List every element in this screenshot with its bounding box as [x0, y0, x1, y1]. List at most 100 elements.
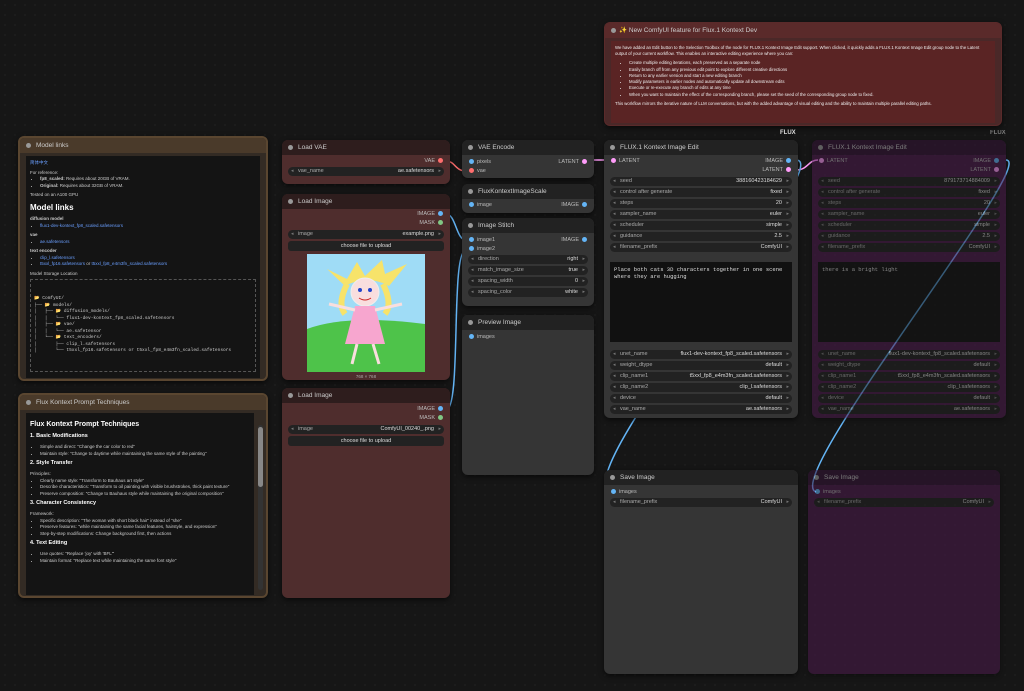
- weight-dtype-widget[interactable]: weight_dtypedefault: [610, 361, 792, 370]
- seed-widget[interactable]: seed879173714884009: [818, 177, 1000, 186]
- device-widget[interactable]: devicedefault: [818, 394, 1000, 403]
- image1-input[interactable]: image1: [466, 236, 495, 244]
- vae-input[interactable]: vae: [466, 167, 486, 175]
- feature-note-node[interactable]: ✨ New ComfyUI feature for Flux.1 Kontext…: [604, 22, 1002, 126]
- vae-name-widget[interactable]: vae_nameae.safetensors: [610, 405, 792, 414]
- latent-output[interactable]: LATENT: [558, 158, 590, 166]
- prompt-textarea[interactable]: there is a bright light: [818, 262, 1000, 342]
- vae-link[interactable]: ae.safetensors: [40, 239, 70, 244]
- model-links-note[interactable]: Model links 简体中文 For reference: fp8_scal…: [18, 136, 268, 381]
- clip-name1-widget[interactable]: clip_name1t5xxl_fp8_e4m3fn_scaled.safete…: [818, 372, 1000, 381]
- t5-fp16-link[interactable]: t5xxl_fp16.safetensors: [40, 261, 85, 266]
- image-output[interactable]: IMAGE: [561, 201, 590, 209]
- preview-image-node[interactable]: Preview Image images: [462, 315, 594, 475]
- vae-output[interactable]: VAE: [424, 157, 446, 165]
- weight-dtype-widget[interactable]: weight_dtypedefault: [818, 361, 1000, 370]
- scrollbar-thumb[interactable]: [258, 427, 263, 487]
- latent-input[interactable]: LATENT: [608, 157, 640, 165]
- prompt-textarea[interactable]: Place both cats 3D characters together i…: [610, 262, 792, 342]
- control-after-generate-widget[interactable]: control after generatefixed: [610, 188, 792, 197]
- steps-widget[interactable]: steps20: [818, 199, 1000, 208]
- load-vae-node[interactable]: Load VAE VAE vae_nameae.safetensors: [282, 140, 450, 184]
- guidance-widget[interactable]: guidance2.5: [610, 232, 792, 241]
- chinese-link[interactable]: 简体中文: [30, 160, 48, 165]
- flux-edit-title[interactable]: FLUX.1 Kontext Image Edit: [812, 140, 1006, 155]
- image2-input[interactable]: image2: [466, 245, 495, 253]
- spacing-width-widget[interactable]: spacing_width0: [468, 277, 588, 286]
- image-output[interactable]: IMAGE: [765, 157, 794, 165]
- prompt-techniques-note[interactable]: Flux Kontext Prompt Techniques Flux Kont…: [18, 393, 268, 598]
- images-input[interactable]: images: [608, 488, 637, 496]
- latent-input[interactable]: LATENT: [816, 157, 848, 165]
- scrollbar[interactable]: [258, 425, 263, 590]
- device-widget[interactable]: devicedefault: [610, 394, 792, 403]
- image-widget[interactable]: imageexample.png: [288, 230, 444, 239]
- clip-l-link[interactable]: clip_l.safetensors: [40, 255, 75, 260]
- preview-image-title[interactable]: Preview Image: [462, 315, 594, 330]
- image-input[interactable]: image: [466, 201, 492, 209]
- choose-file-button[interactable]: choose file to upload: [288, 436, 444, 446]
- scheduler-widget[interactable]: schedulersimple: [818, 221, 1000, 230]
- filename-prefix-widget[interactable]: filename_prefixComfyUI: [818, 243, 1000, 252]
- unet-name-widget[interactable]: unet_nameflux1-dev-kontext_fp8_scaled.sa…: [610, 350, 792, 359]
- unet-name-widget[interactable]: unet_nameflux1-dev-kontext_fp8_scaled.sa…: [818, 350, 1000, 359]
- vae-name-widget[interactable]: vae_nameae.safetensors: [818, 405, 1000, 414]
- choose-file-button[interactable]: choose file to upload: [288, 241, 444, 251]
- sampler-name-widget[interactable]: sampler_nameeuler: [818, 210, 1000, 219]
- filename-prefix-widget[interactable]: filename_prefixComfyUI: [814, 498, 994, 507]
- steps-widget[interactable]: steps20: [610, 199, 792, 208]
- clip-name2-widget[interactable]: clip_name2clip_l.safetensors: [818, 383, 1000, 392]
- t5-fp8-link[interactable]: t5xxl_fp8_e4m3fn_scaled.safetensors: [92, 261, 168, 266]
- clip-name2-widget[interactable]: clip_name2clip_l.safetensors: [610, 383, 792, 392]
- flux-edit-title[interactable]: FLUX.1 Kontext Image Edit: [604, 140, 798, 155]
- load-image-title[interactable]: Load Image: [282, 194, 450, 209]
- latent-output[interactable]: LATENT: [970, 166, 1002, 174]
- mask-output[interactable]: MASK: [419, 219, 446, 227]
- scheduler-widget[interactable]: schedulersimple: [610, 221, 792, 230]
- image-output[interactable]: IMAGE: [417, 210, 446, 218]
- vae-name-widget[interactable]: vae_nameae.safetensors: [288, 167, 444, 176]
- image-stitch-title[interactable]: Image Stitch: [462, 218, 594, 233]
- guidance-widget[interactable]: guidance2.5: [818, 232, 1000, 241]
- image-widget[interactable]: imageComfyUI_00240_.png: [288, 425, 444, 434]
- match-image-size-widget[interactable]: match_image_sizetrue: [468, 266, 588, 275]
- load-image-node-1[interactable]: Load Image IMAGE MASK imageexample.png c…: [282, 194, 450, 380]
- image-stitch-node[interactable]: Image Stitch image1 image2 IMAGE directi…: [462, 218, 594, 306]
- model-links-heading: Model links: [30, 202, 74, 212]
- mask-output[interactable]: MASK: [419, 414, 446, 422]
- node-canvas[interactable]: Model links 简体中文 For reference: fp8_scal…: [0, 0, 1024, 691]
- save-image-title[interactable]: Save Image: [808, 470, 1000, 485]
- diffusion-model-link[interactable]: flux1-dev-kontext_fp8_scaled.safetensors: [40, 223, 123, 228]
- section-heading: 4. Text Editing: [30, 540, 68, 547]
- spacing-color-widget[interactable]: spacing_colorwhite: [468, 288, 588, 297]
- images-input[interactable]: images: [466, 333, 495, 341]
- load-image-title[interactable]: Load Image: [282, 388, 450, 403]
- flux-kontext-edit-node-2[interactable]: FLUX.1 Kontext Image Edit LATENT IMAGE L…: [812, 140, 1006, 418]
- pixels-input[interactable]: pixels: [466, 158, 491, 166]
- save-image-node-2[interactable]: Save Image images filename_prefixComfyUI: [808, 470, 1000, 674]
- vae-encode-node[interactable]: VAE Encode pixels vae LATENT: [462, 140, 594, 178]
- latent-output[interactable]: LATENT: [762, 166, 794, 174]
- feature-note-title[interactable]: ✨ New ComfyUI feature for Flux.1 Kontext…: [605, 23, 1001, 38]
- model-links-title[interactable]: Model links: [20, 138, 266, 153]
- seed-widget[interactable]: seed388160423184629: [610, 177, 792, 186]
- sampler-name-widget[interactable]: sampler_nameeuler: [610, 210, 792, 219]
- prompt-techniques-title[interactable]: Flux Kontext Prompt Techniques: [20, 395, 266, 410]
- flux-kontext-image-scale-node[interactable]: FluxKontextImageScale image IMAGE: [462, 184, 594, 213]
- filename-prefix-widget[interactable]: filename_prefixComfyUI: [610, 498, 792, 507]
- save-image-title[interactable]: Save Image: [604, 470, 798, 485]
- image-scale-title[interactable]: FluxKontextImageScale: [462, 184, 594, 199]
- flux-kontext-edit-node[interactable]: FLUX.1 Kontext Image Edit LATENT IMAGE L…: [604, 140, 798, 418]
- load-vae-title[interactable]: Load VAE: [282, 140, 450, 155]
- images-input[interactable]: images: [812, 488, 841, 496]
- image-output[interactable]: IMAGE: [561, 236, 590, 244]
- vae-encode-title[interactable]: VAE Encode: [462, 140, 594, 155]
- direction-widget[interactable]: directionright: [468, 255, 588, 264]
- control-after-generate-widget[interactable]: control after generatefixed: [818, 188, 1000, 197]
- filename-prefix-widget[interactable]: filename_prefixComfyUI: [610, 243, 792, 252]
- load-image-node-2[interactable]: Load Image IMAGE MASK imageComfyUI_00240…: [282, 388, 450, 598]
- image-output[interactable]: IMAGE: [973, 157, 1002, 165]
- save-image-node[interactable]: Save Image images filename_prefixComfyUI: [604, 470, 798, 674]
- clip-name1-widget[interactable]: clip_name1t5xxl_fp8_e4m3fn_scaled.safete…: [610, 372, 792, 381]
- image-output[interactable]: IMAGE: [417, 405, 446, 413]
